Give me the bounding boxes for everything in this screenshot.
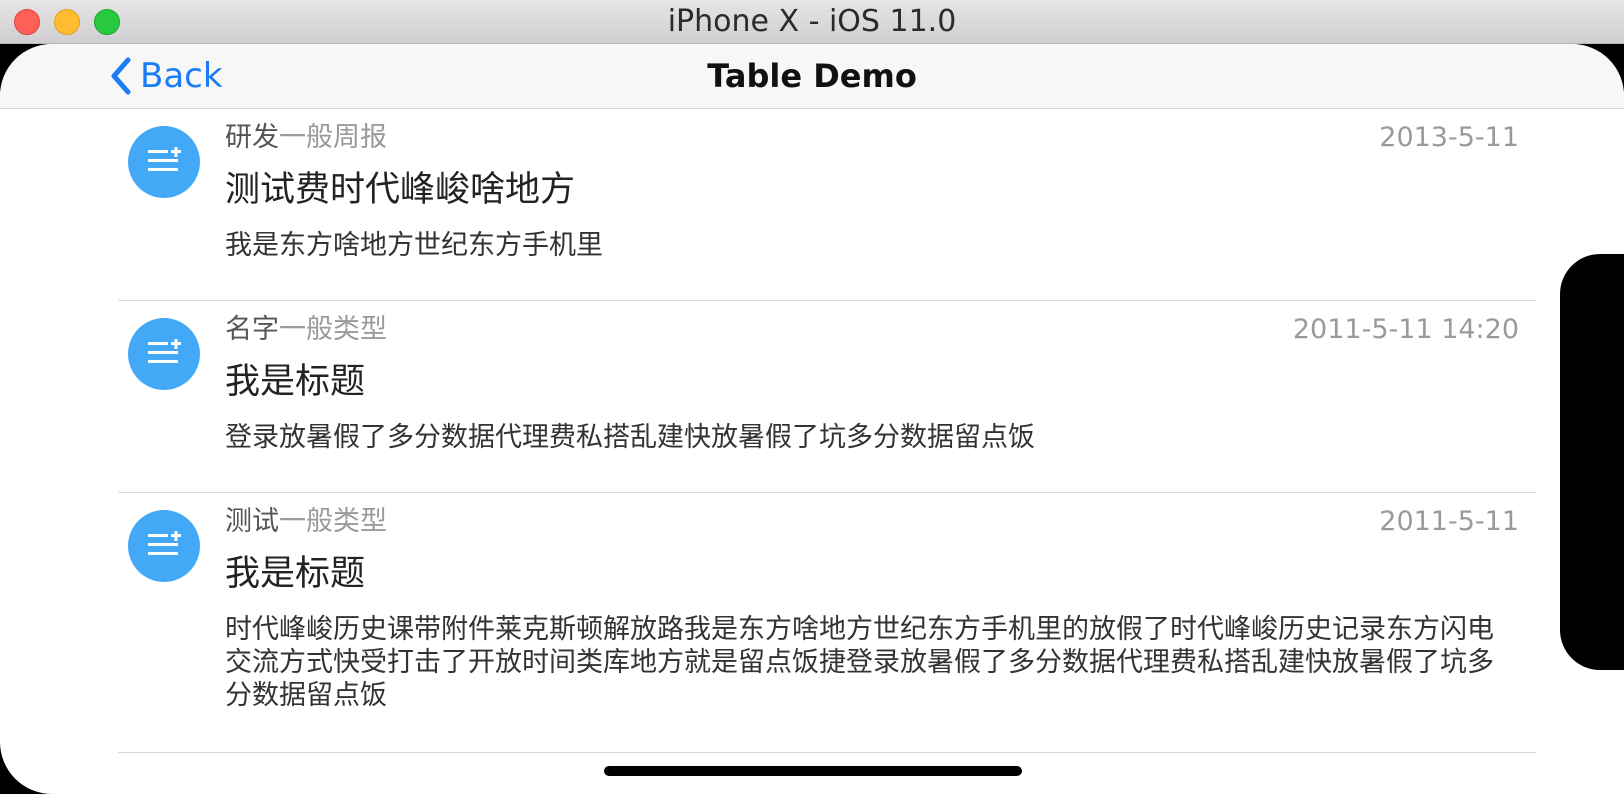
category-name: 名字 — [225, 314, 279, 345]
table-row[interactable]: 测试一般类型 2011-5-11 我是标题 时代峰峻历史课带附件莱克斯顿解放路我… — [0, 493, 1624, 753]
table-list[interactable]: 研发一般周报 2013-5-11 测试费时代峰峻啥地方 我是东方啥地方世纪东方手… — [0, 109, 1624, 753]
category-name: 测试 — [225, 506, 279, 537]
row-title: 我是标题 — [225, 554, 366, 594]
meta-line: 研发一般周报 — [225, 121, 387, 155]
device-notch — [1560, 254, 1624, 670]
category-type: 一般周报 — [279, 122, 387, 153]
row-title: 测试费时代峰峻啥地方 — [225, 170, 576, 210]
row-date: 2013-5-11 — [1379, 122, 1519, 153]
category-type: 一般类型 — [279, 314, 387, 345]
meta-line: 测试一般类型 — [225, 505, 387, 539]
device-screen: Back Table Demo 研发一般周报 2013-5-11 测试费时代峰峻… — [0, 44, 1624, 794]
row-date: 2011-5-11 14:20 — [1292, 314, 1519, 345]
row-content: 时代峰峻历史课带附件莱克斯顿解放路我是东方啥地方世纪东方手机里的放假了时代峰峻历… — [225, 614, 1494, 711]
category-name: 研发 — [225, 122, 279, 153]
row-divider — [118, 752, 1536, 753]
page-title: Table Demo — [707, 57, 917, 95]
category-type: 一般类型 — [279, 506, 387, 537]
meta-line: 名字一般类型 — [225, 313, 387, 347]
row-content: 我是东方啥地方世纪东方手机里 — [225, 230, 603, 261]
list-add-icon — [128, 318, 200, 390]
row-content: 登录放暑假了多分数据代理费私搭乱建快放暑假了坑多分数据留点饭 — [225, 422, 1035, 453]
navigation-bar: Back Table Demo — [0, 44, 1624, 109]
window-title: iPhone X - iOS 11.0 — [667, 4, 957, 39]
row-title: 我是标题 — [225, 362, 366, 402]
simulator-titlebar: iPhone X - iOS 11.0 — [0, 0, 1624, 44]
home-indicator[interactable] — [604, 766, 1022, 776]
table-row[interactable]: 研发一般周报 2013-5-11 测试费时代峰峻啥地方 我是东方啥地方世纪东方手… — [0, 109, 1624, 301]
row-date: 2011-5-11 — [1379, 506, 1519, 537]
table-row[interactable]: 名字一般类型 2011-5-11 14:20 我是标题 登录放暑假了多分数据代理… — [0, 301, 1624, 493]
list-add-icon — [128, 510, 200, 582]
list-add-icon — [128, 126, 200, 198]
